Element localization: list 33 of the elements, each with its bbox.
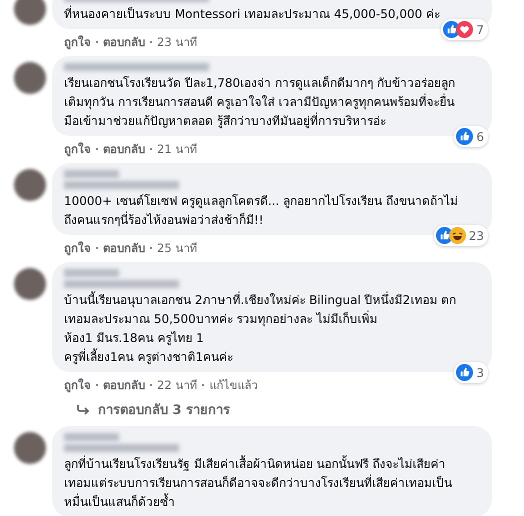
reaction-summary[interactable]: 7 [441,19,488,40]
avatar[interactable] [14,169,46,201]
reaction-summary[interactable]: 3 [454,362,488,383]
action-link[interactable]: ถูกใจ [64,33,91,51]
like-icon [456,364,474,381]
blurred-badge [64,170,119,178]
comment-text: เรียนเอกชนโรงเรียนวัด ปีละ1,780เองจ่า การดูแลเด็กดีมากๆ กับข้าวอร่อยลูก เติมทุกวัน การเรียนการสอนดี ครูเอาใจใส่ เวลามีปัญหาครูทุกคนพร้อมที่จะยื่น มือเข้ามาช่วยแก้ปัญหาตลอด รู้สึกว่าบางทีมันอยู่ที่การบริหารอ่ะ [64,74,456,130]
reaction-summary[interactable]: 23 [434,225,488,246]
blurred-badge [64,433,119,441]
comment-text: ที่หนองคายเป็นระบบ Montessori เทอมละประมาณ 45,000-50,000 ค่ะ [64,5,442,23]
view-replies-link[interactable]: การตอบกลับ 3 รายการ [98,399,230,420]
reaction-summary[interactable]: 6 [454,126,488,147]
timestamp: 23 นาที [157,34,198,51]
action-link[interactable]: ถูกใจ [64,239,91,257]
action-link[interactable]: ตอบกลับ [103,239,145,257]
avatar[interactable] [14,432,46,464]
avatar[interactable] [14,268,46,300]
timestamp: 21 นาที [157,141,198,158]
action-link[interactable]: ถูกใจ [64,140,91,158]
comment-text: ลูกที่บ้านเรียนโรงเรียนรัฐ มีเสียค่าเสื้อผ้านิดหน่อย นอกนั้นฟรี ถึงจะไม่เสียค่า เทอมแต่ระบบการเรียนการสอนก็ดีอาจจะดีกว่าบางโรงเรียนที่เสียค่าเทอมเป็น หมื่นเป็นแสนก็ด้วยซ้ำ [64,455,453,511]
timestamp: 25 นาที [157,240,198,257]
laughing-face-icon [448,227,466,244]
action-link[interactable]: ตอบกลับ [103,376,145,394]
avatar[interactable] [14,0,46,25]
action-link[interactable]: ตอบกลับ [103,140,145,158]
reply-arrow-icon [76,404,90,416]
edited-label: แก้ไขแล้ว [209,377,258,394]
avatar[interactable] [14,62,46,94]
action-link[interactable]: ถูกใจ [64,376,91,394]
action-link[interactable]: ตอบกลับ [103,33,145,51]
timestamp: 22 นาที [157,377,198,394]
blurred-badge [64,269,119,277]
like-icon [456,128,474,145]
